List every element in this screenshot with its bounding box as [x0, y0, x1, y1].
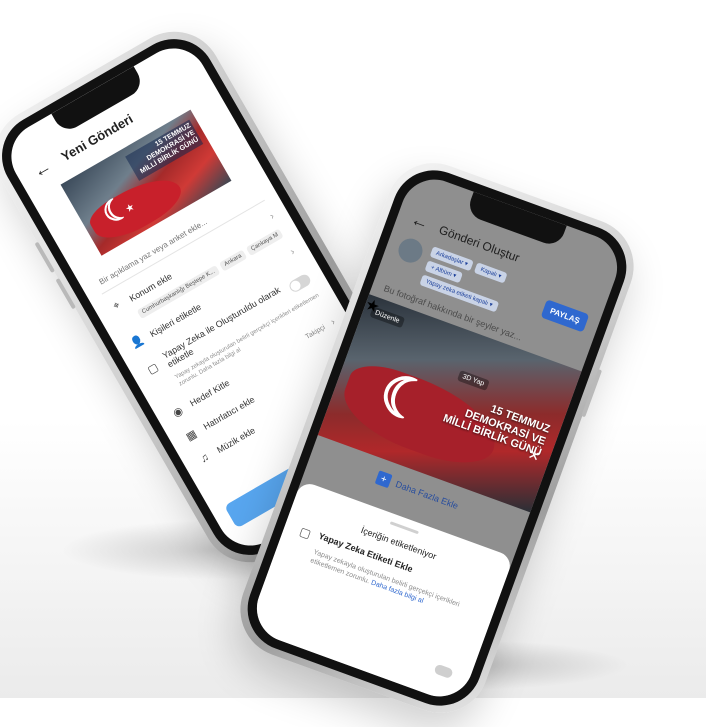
location-pin-icon: ⌖	[110, 299, 123, 313]
chevron-right-icon: ›	[268, 211, 277, 223]
chevron-right-icon: ›	[288, 246, 297, 258]
arrow-left-icon[interactable]: ←	[29, 156, 55, 182]
eye-icon: ◉	[170, 404, 186, 420]
ai-label-toggle[interactable]	[287, 272, 313, 294]
share-button[interactable]: PAYLAŞ	[540, 299, 590, 333]
chevron-right-icon: ›	[328, 316, 338, 328]
ai-label-toggle[interactable]	[433, 663, 454, 680]
add-photo-icon: +	[374, 470, 393, 489]
audience-value: Takipçi	[304, 323, 327, 341]
ai-label-icon: ▢	[145, 360, 161, 377]
add-more-label: Daha Fazla Ekle	[394, 478, 460, 511]
music-note-icon: ♫	[197, 450, 212, 466]
edit-tag[interactable]: Düzenle	[369, 306, 405, 329]
arrow-left-icon[interactable]: ←	[408, 209, 432, 235]
person-icon: 👤	[128, 333, 147, 351]
calendar-icon: ▦	[183, 427, 199, 444]
3d-tag[interactable]: 3D Yap	[456, 370, 490, 391]
avatar	[395, 235, 426, 267]
sheet-handle[interactable]	[389, 521, 419, 535]
